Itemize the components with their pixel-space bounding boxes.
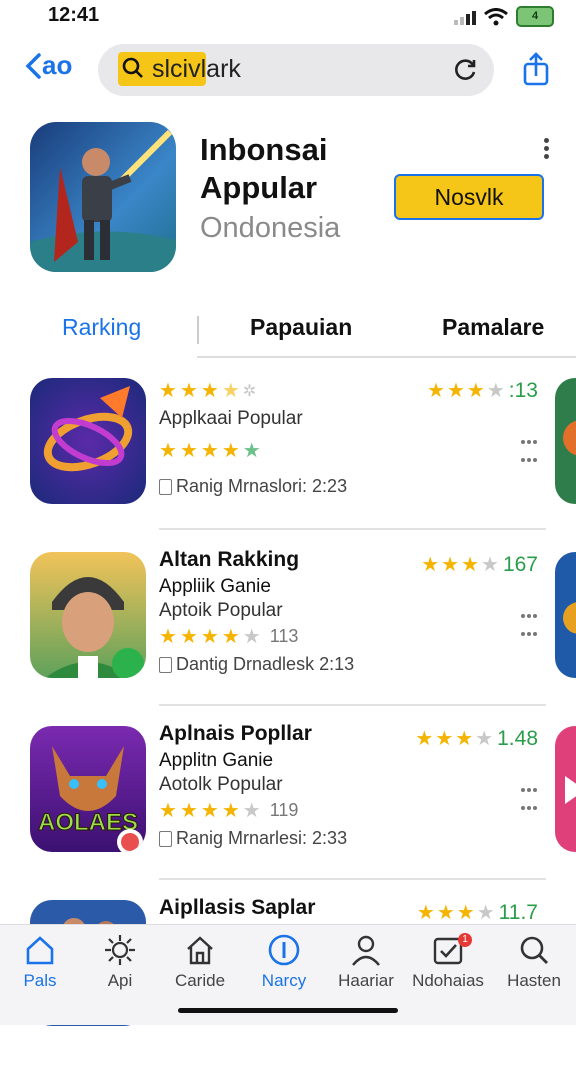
- more-icon[interactable]: [520, 606, 538, 636]
- app-subtitle: Ondonesia: [200, 212, 341, 244]
- app-rating: ★ ★ ★ ★ 1.48: [415, 726, 538, 751]
- wifi-icon: [484, 7, 508, 25]
- tab-hasten[interactable]: Hasten: [494, 933, 574, 991]
- tab-haariar[interactable]: Haariar: [326, 933, 406, 991]
- tab-divider: [197, 316, 199, 344]
- app-type: Appliik Ganie: [159, 576, 271, 597]
- notification-badge: 1: [458, 933, 472, 947]
- next-app-peek: [555, 726, 576, 852]
- share-icon[interactable]: [522, 52, 550, 88]
- tab-label: Api: [107, 971, 133, 990]
- star-count: 119: [269, 800, 299, 820]
- search-icon: [122, 57, 143, 78]
- reload-icon[interactable]: [452, 57, 478, 83]
- next-app-peek: [555, 552, 576, 678]
- tab-pals[interactable]: Pals: [0, 933, 80, 991]
- tab-papauian[interactable]: Papauian: [250, 314, 352, 341]
- chevron-left-icon: [25, 52, 41, 79]
- app-category: Applkaai Popular: [159, 408, 303, 429]
- rating-value: 1.48: [497, 726, 538, 750]
- person-icon: [352, 935, 380, 966]
- home-indicator: [178, 1008, 398, 1013]
- list-item[interactable]: Altan Rakking Appliik Ganie Aptoik Popul…: [0, 546, 576, 718]
- more-icon[interactable]: [520, 432, 538, 462]
- app-name: Aplnais Popllar: [159, 722, 312, 745]
- list-item[interactable]: ★ ★ ★ ★ ✲ Applkaai Popular ★ ★ ★ ★ ★ Ranig Mrnas…: [0, 372, 576, 544]
- tab-narcy[interactable]: Narcy: [244, 933, 324, 991]
- tab-api[interactable]: Api: [80, 933, 160, 991]
- rating-value: 11.7: [498, 900, 538, 924]
- app-name: Aipllasis Saplar: [159, 896, 316, 919]
- search-text: slcivlark: [152, 55, 241, 83]
- tab-label: Haariar: [338, 971, 394, 990]
- back-button[interactable]: ao: [24, 50, 72, 81]
- app-category: Aptoik Popular: [159, 600, 283, 621]
- app-stars: ★ ★ ★ ★ ★: [159, 440, 261, 462]
- home-icon: [26, 936, 54, 965]
- app-rating: ★ ★ ★ ★ 167: [421, 552, 538, 577]
- app-stars: ★ ★ ★ ★ ★ 113: [159, 626, 299, 648]
- row-divider: [159, 878, 546, 880]
- search-icon: [520, 936, 548, 964]
- app-icon[interactable]: [30, 552, 146, 678]
- app-rating: ★ ★ ★ ★ :13: [427, 378, 538, 403]
- app-stars: ★ ★ ★ ★ ★ 119: [159, 800, 299, 822]
- row-divider: [159, 528, 546, 530]
- app-meta: Ranig Mrnaslori: 2:23: [159, 476, 347, 497]
- battery-icon: 4: [516, 6, 554, 27]
- tab-caride[interactable]: Caride: [160, 933, 240, 991]
- app-meta-text: Ranig Mrnaslori: 2:23: [176, 476, 348, 496]
- app-title-line2: Appular: [200, 170, 318, 205]
- app-meta-text: Dantig Drnadlesk 2:13: [176, 654, 355, 674]
- star-count: 113: [269, 626, 299, 646]
- status-bar: 12:41 4: [0, 0, 576, 36]
- tab-pamalare[interactable]: Pamalare: [442, 314, 544, 341]
- status-time: 12:41: [48, 4, 100, 26]
- more-vertical-icon[interactable]: [542, 138, 550, 160]
- nav-bar: ao slcivlark: [0, 42, 576, 98]
- row-divider: [159, 704, 546, 706]
- rating-value: :13: [508, 378, 538, 402]
- app-rating: ★ ★ ★ ★ 11.7: [416, 900, 538, 925]
- featured-app-icon[interactable]: [30, 122, 176, 272]
- featured-app: Inbonsai Appular Ondonesia Nosvlk: [0, 122, 576, 282]
- tab-label: Ndohaias: [412, 971, 484, 990]
- battery-text: 4: [531, 10, 539, 22]
- app-type: Applitn Ganie: [159, 750, 274, 771]
- document-icon: [159, 830, 172, 847]
- tab-ndohaias[interactable]: 1 Ndohaias: [408, 933, 488, 991]
- tab-label: Caride: [174, 971, 226, 990]
- app-title-line1: Inbonsai: [200, 132, 328, 167]
- more-icon[interactable]: [520, 780, 538, 810]
- tab-label: Pals: [23, 971, 57, 990]
- top-stars: ★ ★ ★ ★ ✲: [159, 380, 257, 402]
- search-field[interactable]: slcivlark: [98, 44, 494, 96]
- signal-icon: [454, 9, 476, 25]
- get-button[interactable]: Nosvlk: [394, 174, 544, 220]
- app-category: Aotolk Popular: [159, 774, 283, 795]
- app-meta: Ranig Mrnarlesi: 2:33: [159, 828, 347, 849]
- house-icon: [187, 936, 213, 965]
- app-meta-text: Ranig Mrnarlesi: 2:33: [176, 828, 348, 848]
- status-icons: 4: [454, 6, 554, 27]
- document-icon: [159, 478, 172, 495]
- back-label: ao: [42, 50, 73, 80]
- list-item[interactable]: AOLAES Aplnais Popllar Applitn Ganie Aot…: [0, 720, 576, 892]
- sun-icon: [105, 935, 135, 965]
- app-meta: Dantig Drnadlesk 2:13: [159, 654, 354, 675]
- app-icon[interactable]: [30, 378, 146, 504]
- tab-label: Narcy: [261, 971, 307, 990]
- app-name: Altan Rakking: [159, 548, 300, 571]
- document-icon: [159, 656, 172, 673]
- rating-value: 167: [502, 552, 538, 576]
- segment-tabs: Rarking Papauian Pamalare: [0, 300, 576, 360]
- tab-label: Hasten: [507, 971, 561, 990]
- info-icon: [268, 934, 300, 966]
- next-app-peek: [555, 378, 576, 504]
- tab-ranking[interactable]: Rarking: [62, 314, 141, 341]
- app-icon[interactable]: AOLAES: [30, 726, 146, 852]
- tabs-underline: [197, 356, 576, 358]
